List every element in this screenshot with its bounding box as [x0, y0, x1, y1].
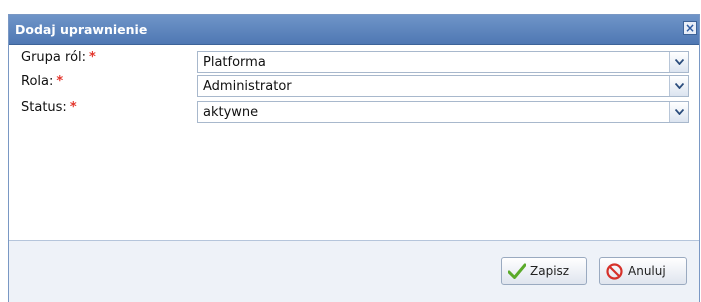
- required-marker: *: [89, 50, 96, 65]
- chevron-down-icon[interactable]: [669, 52, 688, 72]
- chevron-down-icon[interactable]: [669, 76, 688, 96]
- status-label: Status: *: [21, 100, 77, 115]
- dialog-body: Grupa ról: * Platforma Rola: * Administrat…: [9, 45, 699, 240]
- cancel-label: Anuluj: [628, 264, 666, 278]
- role-select[interactable]: Administrator: [197, 75, 689, 97]
- role-value: Administrator: [203, 79, 292, 94]
- close-icon[interactable]: ×: [683, 21, 697, 35]
- role-label-text: Rola:: [21, 74, 54, 89]
- required-marker: *: [56, 74, 64, 89]
- role-group-label: Grupa ról: *: [21, 50, 96, 65]
- role-group-label-text: Grupa ról:: [21, 50, 87, 65]
- dialog-title: Dodaj uprawnienie: [15, 22, 148, 37]
- dialog-titlebar: Dodaj uprawnienie ×: [9, 15, 699, 45]
- no-entry-icon: [606, 263, 623, 280]
- checkmark-icon: [508, 263, 526, 279]
- status-label-text: Status:: [21, 100, 67, 115]
- status-value: aktywne: [203, 105, 259, 120]
- save-label: Zapisz: [530, 264, 570, 278]
- status-select[interactable]: aktywne: [197, 101, 689, 123]
- save-button[interactable]: Zapisz: [501, 257, 587, 285]
- add-permission-dialog: Dodaj uprawnienie × Grupa ról: * Platform…: [8, 14, 700, 302]
- cancel-button[interactable]: Anuluj: [599, 257, 687, 285]
- role-label: Rola: *: [21, 74, 63, 89]
- chevron-down-icon[interactable]: [669, 102, 688, 122]
- role-group-value: Platforma: [203, 55, 266, 70]
- role-group-select[interactable]: Platforma: [197, 51, 689, 73]
- required-marker: *: [69, 100, 77, 115]
- dialog-footer: Zapisz Anuluj: [9, 240, 699, 302]
